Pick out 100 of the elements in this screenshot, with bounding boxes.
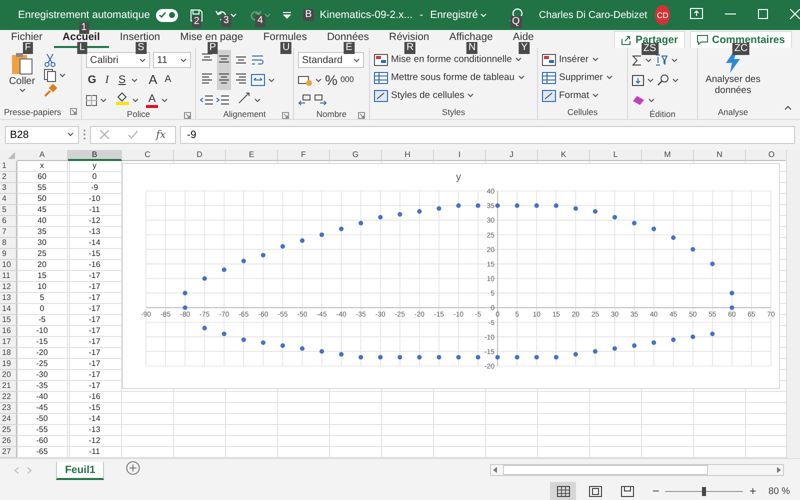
font-color-button[interactable]: A xyxy=(146,92,158,108)
row-header[interactable]: 25 xyxy=(0,425,17,436)
format-cells-icon[interactable] xyxy=(542,90,556,102)
caret-icon[interactable] xyxy=(254,98,261,102)
ribbon-display-icon[interactable] xyxy=(690,8,703,19)
styles-menu-button[interactable]: Mettre sous forme de tableau xyxy=(374,69,525,86)
percent-button[interactable]: % xyxy=(325,72,338,88)
column-header[interactable]: J xyxy=(486,150,538,161)
eraser-icon[interactable] xyxy=(632,94,645,106)
row-header[interactable]: 24 xyxy=(0,414,17,425)
caret-icon[interactable] xyxy=(518,75,525,80)
align-icon[interactable] xyxy=(218,53,230,64)
caret-icon[interactable] xyxy=(671,58,678,62)
caret-icon[interactable] xyxy=(592,93,600,98)
row-header[interactable]: 27 xyxy=(0,447,17,458)
caret-icon[interactable] xyxy=(161,98,168,102)
caret-icon[interactable] xyxy=(131,78,138,82)
row-header[interactable]: 6 xyxy=(0,216,17,227)
row-header[interactable]: 15 xyxy=(0,315,17,326)
row-header[interactable]: 1 xyxy=(0,161,17,172)
autosave-toggle[interactable] xyxy=(156,8,178,22)
caret-icon[interactable] xyxy=(59,73,66,78)
decrease-decimal-icon[interactable] xyxy=(314,94,327,106)
row-header[interactable]: 22 xyxy=(0,392,17,403)
row-header[interactable]: 21 xyxy=(0,381,17,392)
bold-button[interactable]: G xyxy=(86,72,98,88)
separator-dots-icon[interactable] xyxy=(83,129,86,140)
row-header[interactable]: 23 xyxy=(0,403,17,414)
row-header[interactable]: 2 xyxy=(0,172,17,183)
font-name-field[interactable]: Calibri xyxy=(86,52,150,68)
sheet-tab[interactable]: Feuil1 xyxy=(56,462,104,480)
row-header[interactable]: 17 xyxy=(0,337,17,348)
caret-icon[interactable] xyxy=(180,58,187,62)
thousands-button[interactable]: 000 xyxy=(340,72,354,88)
caret-icon[interactable] xyxy=(672,78,679,82)
caret-icon[interactable] xyxy=(467,93,474,98)
horizontal-scrollbar[interactable] xyxy=(490,464,784,476)
column-header[interactable]: F xyxy=(278,150,330,161)
customize-icon[interactable] xyxy=(283,12,292,18)
row-header[interactable]: 7 xyxy=(0,227,17,238)
caret-icon[interactable] xyxy=(268,78,275,82)
row-header[interactable]: 3 xyxy=(0,183,17,194)
caret-icon[interactable] xyxy=(606,75,613,80)
close-icon[interactable] xyxy=(790,8,800,18)
share-icon[interactable] xyxy=(621,35,632,45)
file-name[interactable]: Kinematics-09-2.x... xyxy=(320,9,413,21)
wrap-text-icon[interactable] xyxy=(251,54,264,66)
caret-icon[interactable] xyxy=(139,58,146,62)
cells-menu-button[interactable]: Format xyxy=(542,87,613,104)
column-header[interactable]: B xyxy=(68,150,122,161)
column-header[interactable]: K xyxy=(538,150,590,161)
column-header[interactable]: I xyxy=(434,150,486,161)
cut-icon[interactable] xyxy=(44,53,56,67)
paste-button[interactable]: Coller xyxy=(4,51,40,105)
format-table-icon[interactable] xyxy=(374,72,388,84)
find-icon[interactable] xyxy=(657,74,669,86)
scroll-right-icon[interactable] xyxy=(777,467,781,473)
zoom-out-button[interactable]: − xyxy=(652,484,660,498)
align-button[interactable] xyxy=(217,50,231,70)
page-layout-icon[interactable] xyxy=(588,486,602,496)
column-header[interactable]: M xyxy=(642,150,694,161)
comment-icon[interactable] xyxy=(697,35,708,45)
orientation-icon[interactable] xyxy=(238,92,251,104)
zoom-slider-thumb[interactable] xyxy=(702,486,706,496)
conditional-format-icon[interactable] xyxy=(374,54,388,66)
increase-indent-icon[interactable] xyxy=(216,94,229,106)
column-header[interactable]: E xyxy=(226,150,278,161)
column-header[interactable]: H xyxy=(382,150,434,161)
collapse-ribbon-icon[interactable] xyxy=(784,105,792,110)
align-icon[interactable] xyxy=(235,73,247,84)
caret-icon[interactable] xyxy=(592,57,599,62)
row-header[interactable]: 18 xyxy=(0,348,17,359)
merge-icon[interactable] xyxy=(251,74,265,86)
styles-menu-button[interactable]: Mise en forme conditionnelle xyxy=(374,51,525,68)
cells-menu-button[interactable]: Supprimer xyxy=(542,69,613,86)
row-header[interactable]: 16 xyxy=(0,326,17,337)
formula-field[interactable]: -9 xyxy=(180,126,795,144)
caret-icon[interactable] xyxy=(647,78,654,82)
normal-view-icon[interactable] xyxy=(556,486,570,496)
save-status[interactable]: Enregistré xyxy=(430,9,478,21)
row-header[interactable]: 4 xyxy=(0,194,17,205)
column-header[interactable]: O xyxy=(746,150,786,161)
caret-icon[interactable] xyxy=(353,58,360,62)
caret-icon[interactable] xyxy=(132,98,139,102)
insert-function-button[interactable]: fx xyxy=(156,128,166,140)
column-header[interactable]: G xyxy=(330,150,382,161)
fill-down-icon[interactable] xyxy=(632,74,644,86)
sum-icon[interactable] xyxy=(632,54,642,66)
scroll-left-icon[interactable] xyxy=(493,467,497,473)
vertical-scrollbar[interactable] xyxy=(786,150,800,458)
dialog-launcher-icon[interactable] xyxy=(184,112,191,119)
caret-icon[interactable] xyxy=(67,132,74,137)
insert-cells-icon[interactable] xyxy=(542,54,556,66)
column-header[interactable]: N xyxy=(694,150,746,161)
grow-font-button[interactable]: A xyxy=(147,72,159,88)
sort-filter-icon[interactable] xyxy=(655,54,668,66)
dialog-launcher-icon[interactable] xyxy=(282,112,289,119)
column-header[interactable]: L xyxy=(590,150,642,161)
cells-menu-button[interactable]: Insérer xyxy=(542,51,613,68)
page-break-icon[interactable] xyxy=(620,486,634,496)
